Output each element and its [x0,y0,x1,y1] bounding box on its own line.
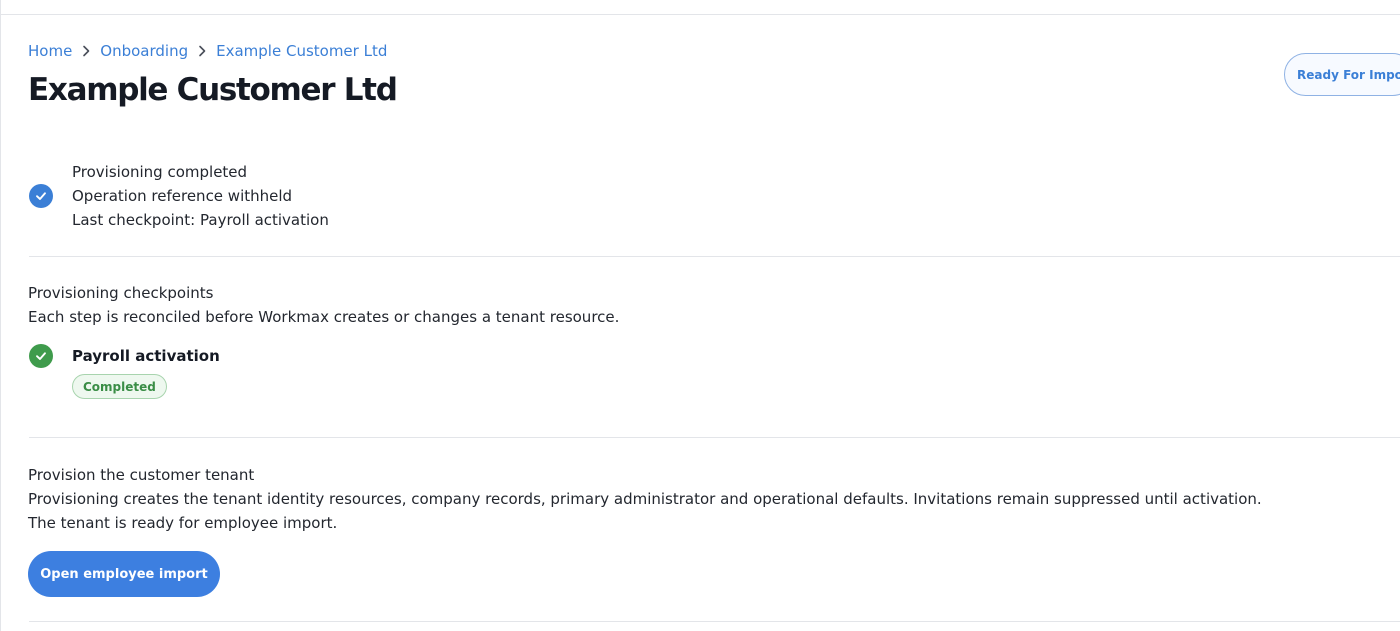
provision-title: Provision the customer tenant [28,466,255,484]
checkpoint-status-badge: Completed [72,374,167,399]
provisioning-summary: Provisioning completed Operation referen… [29,160,329,232]
breadcrumb-onboarding-link[interactable]: Onboarding [100,41,188,61]
checkpoints-section: Provisioning checkpoints Each step is re… [28,281,619,329]
provision-note: The tenant is ready for employee import. [28,514,338,532]
checkpoint-name: Payroll activation [72,347,220,365]
chevron-right-icon [198,45,206,57]
page: Home Onboarding Example Customer Ltd Exa… [0,0,1400,631]
top-divider [1,14,1400,15]
page-title: Example Customer Ltd [28,72,398,108]
checkpoints-description: Each step is reconciled before Workmax c… [28,308,620,326]
breadcrumb-current-link[interactable]: Example Customer Ltd [216,41,387,61]
summary-checkpoint-text: Last checkpoint: Payroll activation [72,211,329,229]
chevron-right-icon [82,45,90,57]
breadcrumb-home-link[interactable]: Home [28,41,72,61]
section-divider [29,256,1400,257]
summary-text: Provisioning completed Operation referen… [72,160,329,232]
summary-status-text: Provisioning completed [72,163,248,181]
checkpoints-title: Provisioning checkpoints [28,284,214,302]
check-circle-icon [29,184,53,208]
checkpoint-item: Payroll activation [29,344,220,368]
provision-description: Provisioning creates the tenant identity… [28,490,1262,508]
section-divider [29,437,1400,438]
summary-reference-text: Operation reference withheld [72,187,293,205]
open-employee-import-button[interactable]: Open employee import [28,551,220,597]
breadcrumb: Home Onboarding Example Customer Ltd [28,41,387,61]
provision-section: Provision the customer tenant Provisioni… [28,463,1262,535]
section-divider [29,621,1400,622]
check-circle-icon [29,344,53,368]
status-badge: Ready For Import [1284,53,1400,96]
